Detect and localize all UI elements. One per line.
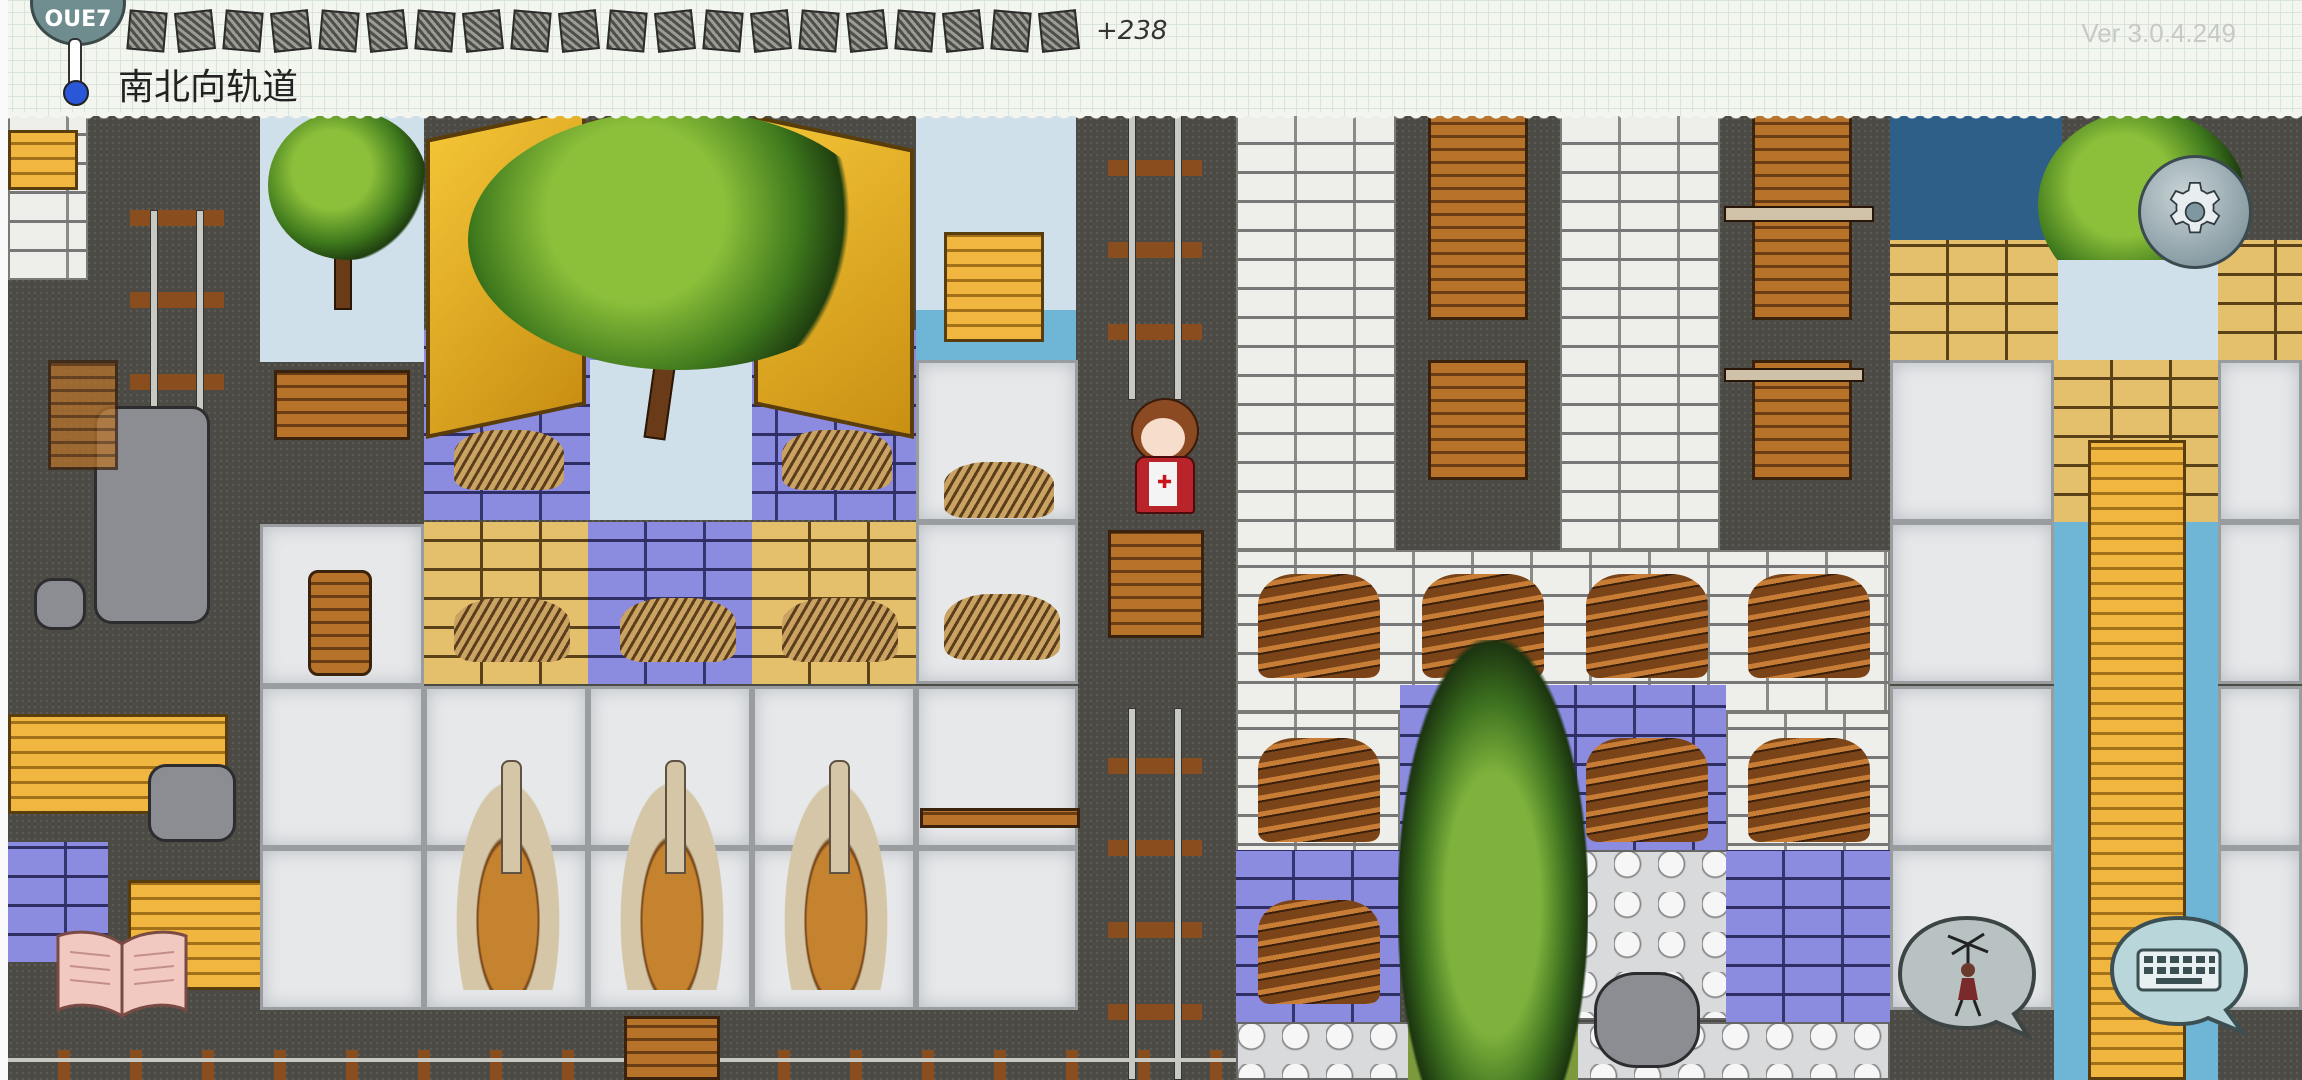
left-edge <box>0 0 8 1080</box>
rail-bumper[interactable] <box>1108 530 1204 638</box>
straw-pile[interactable] <box>620 598 736 662</box>
red-cross-icon: ✚ <box>1157 472 1173 493</box>
straw-pile[interactable] <box>454 598 570 662</box>
inventory-overflow-count[interactable]: +238 <box>1096 16 1167 46</box>
firewood-pile[interactable] <box>1748 574 1870 678</box>
tree[interactable] <box>268 110 428 260</box>
firewood-pile[interactable] <box>1258 900 1380 1004</box>
inventory-slot[interactable] <box>558 9 600 53</box>
wooden-frame[interactable] <box>48 360 118 470</box>
journal-button[interactable] <box>52 922 192 1022</box>
inventory-slot[interactable] <box>942 9 984 53</box>
inventory-slot[interactable] <box>510 9 552 53</box>
player-character[interactable]: ✚ <box>1123 398 1203 540</box>
firewood-pile[interactable] <box>1258 738 1380 842</box>
inventory-slot[interactable] <box>1038 9 1080 53</box>
version-label: Ver 3.0.4.249 <box>2081 18 2236 48</box>
woven-basket[interactable] <box>308 570 372 676</box>
firewood-pile[interactable] <box>1586 574 1708 678</box>
pine-tree[interactable] <box>468 110 888 370</box>
puppet-speech-bubble-icon <box>1897 915 2037 1041</box>
wooden-floor[interactable] <box>8 130 78 190</box>
open-book-icon <box>56 930 188 1019</box>
inventory-slot[interactable] <box>174 9 216 53</box>
gear-icon <box>2169 181 2221 234</box>
inventory-slot[interactable] <box>894 9 936 53</box>
inventory-slot[interactable] <box>222 9 264 53</box>
straw-pile[interactable] <box>944 462 1054 518</box>
stone-floor[interactable] <box>260 686 424 848</box>
stone-block[interactable] <box>148 764 236 842</box>
inventory-slot[interactable] <box>702 9 744 53</box>
straw-pile[interactable] <box>454 430 564 490</box>
top-header: OUE7 +238 南北向轨道 Ver 3.0.4.249 <box>0 0 2302 122</box>
temperature-readout: OUE7 <box>44 7 112 32</box>
firewood-pile[interactable] <box>1748 738 1870 842</box>
charcoal-kiln[interactable] <box>612 760 732 990</box>
stone-floor[interactable] <box>260 848 424 1010</box>
inventory-slot[interactable] <box>750 9 792 53</box>
character-face <box>1141 418 1185 458</box>
wooden-crate[interactable] <box>1428 360 1528 480</box>
stone-floor[interactable] <box>2218 522 2302 684</box>
firewood-pile[interactable] <box>1586 738 1708 842</box>
ice-floor[interactable] <box>2058 260 2218 360</box>
charcoal-kiln[interactable] <box>448 760 568 990</box>
temperature-gauge: OUE7 <box>30 0 126 110</box>
charcoal-kiln[interactable] <box>776 760 896 990</box>
rail-bumper[interactable] <box>624 1016 720 1080</box>
stone-block[interactable] <box>34 578 86 630</box>
blue-brick-floor[interactable] <box>1726 850 1890 1022</box>
inventory-slot[interactable] <box>366 9 408 53</box>
keyboard-speech-bubble-icon <box>2109 915 2249 1037</box>
inventory-slot[interactable] <box>654 9 696 53</box>
stone-brick-wall[interactable] <box>1236 110 1396 550</box>
stone-floor[interactable] <box>1890 360 2054 522</box>
settings-button[interactable] <box>2138 155 2252 269</box>
stone-floor[interactable] <box>2218 360 2302 522</box>
wooden-table[interactable] <box>274 370 410 440</box>
stone-floor[interactable] <box>2218 686 2302 848</box>
wooden-shaft <box>1724 368 1864 382</box>
rail-track-vertical[interactable] <box>1108 708 1202 1080</box>
inventory-bar: +238 <box>126 8 1167 54</box>
stone-floor[interactable] <box>1890 522 2054 684</box>
cypress-tree[interactable] <box>1398 640 1588 1080</box>
emote-button[interactable] <box>1892 912 2042 1042</box>
stone-well[interactable] <box>1594 972 1700 1068</box>
rail-track-vertical[interactable] <box>1108 110 1202 400</box>
inventory-slot[interactable] <box>846 9 888 53</box>
straw-pile[interactable] <box>782 430 892 490</box>
inventory-slot[interactable] <box>606 9 648 53</box>
inventory-slot[interactable] <box>462 9 504 53</box>
inventory-slot[interactable] <box>318 9 360 53</box>
thermometer-bulb <box>63 80 89 106</box>
inventory-slot[interactable] <box>798 9 840 53</box>
inventory-slot[interactable] <box>990 9 1032 53</box>
hovered-tile-label: 南北向轨道 <box>118 67 299 108</box>
stone-floor[interactable] <box>916 848 1078 1010</box>
stone-floor[interactable] <box>1890 686 2054 848</box>
firewood-pile[interactable] <box>1258 574 1380 678</box>
wooden-chair[interactable] <box>944 232 1044 342</box>
wooden-shaft <box>1724 206 1874 222</box>
chat-keyboard-button[interactable] <box>2104 912 2254 1037</box>
inventory-slot[interactable] <box>126 9 168 53</box>
straw-pile[interactable] <box>944 594 1060 660</box>
inventory-slot[interactable] <box>414 9 456 53</box>
inventory-slot[interactable] <box>270 9 312 53</box>
wooden-crate[interactable] <box>1428 110 1528 320</box>
wooden-log[interactable] <box>920 808 1080 828</box>
yellow-brick-wall[interactable] <box>1890 240 2062 360</box>
straw-pile[interactable] <box>782 598 898 662</box>
stone-brick-wall[interactable] <box>1560 110 1720 550</box>
yellow-brick-wall[interactable] <box>2218 240 2302 360</box>
rail-track-horizontal[interactable] <box>8 1050 1236 1080</box>
